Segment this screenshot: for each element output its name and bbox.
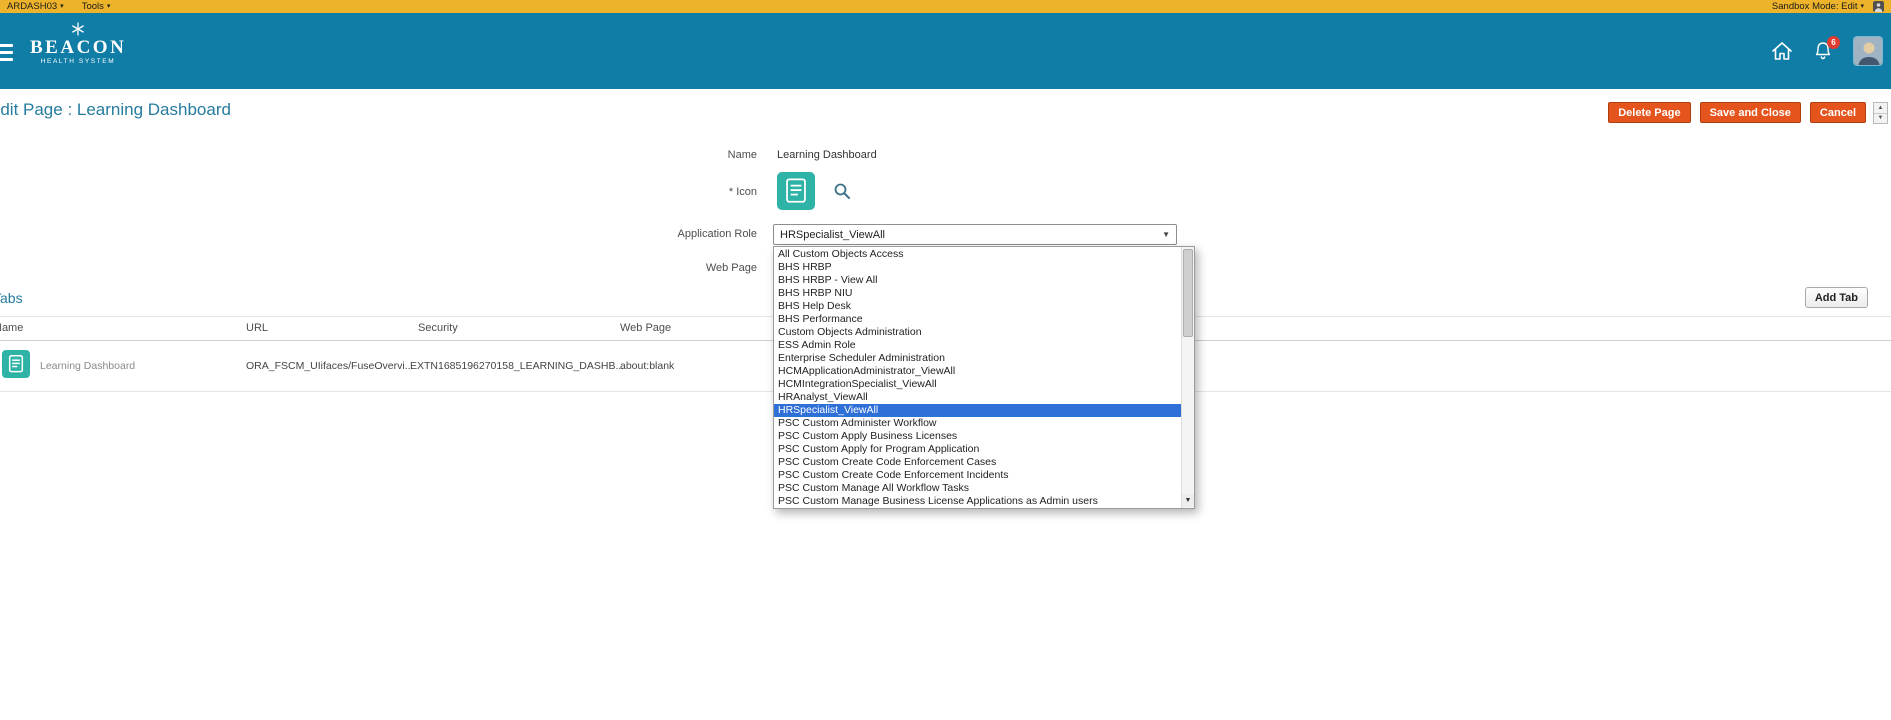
dropdown-option[interactable]: BHS Performance [774, 313, 1181, 326]
web-page-label: Web Page [705, 262, 757, 274]
dropdown-option[interactable]: HRSpecialist_ViewAll [774, 404, 1181, 417]
dropdown-option[interactable]: All Custom Objects Access [774, 248, 1181, 261]
application-role-label: Application Role [677, 228, 758, 240]
chevron-down-icon: ▾ [106, 3, 111, 10]
notifications-bell-icon[interactable]: 6 [1813, 36, 1840, 61]
column-header-security: Security [418, 322, 458, 334]
app-header: BEACON HEALTH SYSTEM 6 [0, 13, 1891, 89]
icon-label: * Icon [728, 186, 757, 198]
menu-icon[interactable] [0, 44, 13, 61]
select-chevron-icon: ▼ [1162, 230, 1170, 239]
dropdown-option[interactable]: PSC Custom Manage All Workflow Tasks [774, 482, 1181, 495]
dropdown-option[interactable]: Custom Objects Administration [774, 326, 1181, 339]
snowflake-icon [30, 22, 126, 37]
application-role-dropdown: All Custom Objects Access BHS HRBP BHS HRB… [773, 246, 1195, 509]
chevron-down-icon: ▾ [1860, 3, 1864, 10]
dropdown-option[interactable]: PSC Custom Create Code Enforcement Incid… [774, 469, 1181, 482]
dropdown-option[interactable]: PSC Custom Apply for Program Application [774, 443, 1181, 456]
dropdown-option[interactable]: PSC Custom Apply Business Licenses [774, 430, 1181, 443]
application-role-select[interactable]: HRSpecialist_ViewAll ▼ [773, 224, 1177, 245]
dropdown-option[interactable]: HCMIntegrationSpecialist_ViewAll [774, 378, 1181, 391]
dropdown-option[interactable]: Enterprise Scheduler Administration [774, 352, 1181, 365]
save-and-close-button[interactable]: Save and Close [1699, 102, 1801, 123]
scroll-up-icon[interactable]: ▲ [1874, 103, 1887, 113]
tab-row-icon [2, 350, 30, 378]
tabs-section-title: Tabs [0, 290, 23, 306]
sandbox-bar: ARDASH03 ▾ Tools ▾ Sandbox Mode: Edit ▾ [0, 0, 1891, 13]
sandbox-user-icon[interactable] [1873, 1, 1884, 12]
dropdown-option[interactable]: BHS Help Desk [774, 300, 1181, 313]
tools-menu[interactable]: Tools ▾ [82, 1, 111, 12]
dropdown-option[interactable]: PSC Custom Manage Business License Appli… [774, 495, 1181, 508]
column-header-url: URL [246, 322, 269, 334]
application-role-value: HRSpecialist_ViewAll [780, 228, 885, 241]
column-header-web-page: Web Page [620, 322, 672, 334]
screen: ARDASH03 ▾ Tools ▾ Sandbox Mode: Edit ▾ [0, 0, 1891, 720]
table-row-name[interactable]: Learning Dashboard [40, 360, 135, 372]
name-value: Learning Dashboard [777, 149, 877, 161]
page-title: Edit Page : Learning Dashboard [0, 100, 231, 119]
avatar[interactable] [1853, 36, 1883, 66]
table-row-url: ORA_FSCM_UIifaces/FuseOvervi... [246, 360, 414, 372]
sandbox-mode-menu[interactable]: Sandbox Mode: Edit ▾ [1772, 1, 1864, 12]
application-role-listbox: All Custom Objects Access BHS HRBP BHS HRB… [774, 248, 1181, 508]
name-label: Name [727, 149, 757, 161]
add-tab-button[interactable]: Add Tab [1804, 287, 1868, 308]
dropdown-option[interactable]: BHS HRBP NIU [774, 287, 1181, 300]
dropdown-option[interactable]: PSC Custom Create Code Enforcement Cases [774, 456, 1181, 469]
icon-search-icon[interactable] [833, 182, 851, 200]
column-header-name: Name [0, 322, 24, 334]
sandbox-name-menu[interactable]: ARDASH03 ▾ [7, 1, 64, 12]
dropdown-scrollbar[interactable]: ▼ [1181, 247, 1194, 508]
dropdown-option[interactable]: BHS HRBP - View All [774, 274, 1181, 287]
sandbox-name-label: ARDASH03 [7, 1, 58, 12]
page-scroll-stepper: ▲ ▼ [1873, 102, 1888, 124]
dropdown-scrollbar-thumb[interactable] [1183, 249, 1193, 337]
dropdown-option[interactable]: HRAnalyst_ViewAll [774, 391, 1181, 404]
dropdown-option[interactable]: HCMApplicationAdministrator_ViewAll [774, 365, 1181, 378]
tools-label: Tools [81, 1, 104, 12]
dropdown-scroll-down-icon[interactable]: ▼ [1182, 494, 1194, 507]
home-icon[interactable] [1771, 41, 1793, 61]
selected-page-icon[interactable] [777, 172, 815, 210]
chevron-down-icon: ▾ [60, 3, 64, 10]
brand-logo: BEACON HEALTH SYSTEM [30, 22, 126, 65]
delete-page-button[interactable]: Delete Page [1608, 102, 1691, 123]
dropdown-option[interactable]: ESS Admin Role [774, 339, 1181, 352]
table-row-security: EXTN1685196270158_LEARNING_DASHB... [410, 360, 625, 372]
notification-count-badge: 6 [1827, 36, 1840, 49]
cancel-button[interactable]: Cancel [1809, 102, 1866, 123]
sandbox-mode-label: Sandbox Mode: Edit [1771, 1, 1858, 12]
brand-subtitle: HEALTH SYSTEM [40, 58, 116, 65]
scroll-down-icon[interactable]: ▼ [1874, 112, 1887, 124]
dropdown-option[interactable]: PSC Custom Administer Workflow [774, 417, 1181, 430]
table-row-web-page: about:blank [620, 360, 675, 372]
brand-name: BEACON [30, 37, 127, 58]
dropdown-option[interactable]: BHS HRBP [774, 261, 1181, 274]
